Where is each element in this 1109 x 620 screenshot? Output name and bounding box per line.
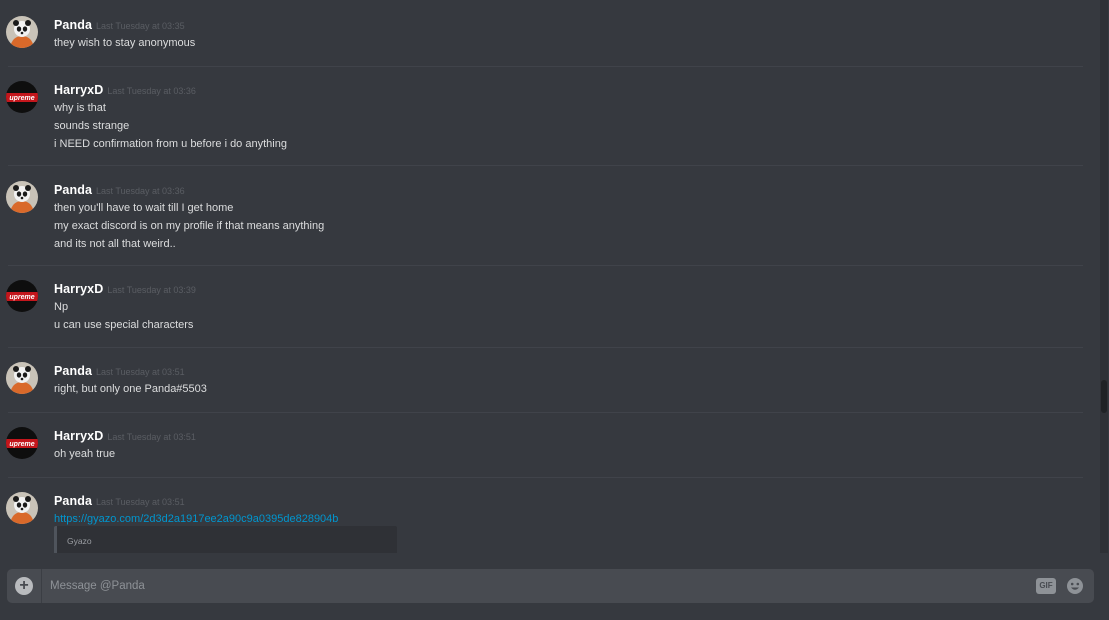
message-text: why is that	[54, 102, 106, 114]
message-divider	[8, 66, 1083, 67]
timestamp: Last Tuesday at 03:35	[96, 21, 185, 31]
smiley-icon[interactable]	[1066, 577, 1084, 595]
chat-app: Panda Last Tuesday at 03:35 they wish to …	[0, 0, 1109, 620]
message-text: oh yeah true	[54, 448, 116, 460]
supreme-avatar[interactable]: upreme	[6, 427, 38, 459]
supreme-avatar[interactable]: upreme	[6, 280, 38, 312]
gif-button[interactable]: GIF	[1036, 578, 1056, 594]
plus-circle-icon[interactable]: +	[15, 577, 33, 595]
message-header: Panda Last Tuesday at 03:51	[54, 362, 185, 380]
message-content: they wish to stay anonymous	[54, 34, 195, 52]
timestamp: Last Tuesday at 03:51	[96, 367, 185, 377]
username[interactable]: Panda	[54, 364, 92, 378]
message-content: then you'll have to wait till I get home…	[54, 199, 324, 253]
message-header: Panda Last Tuesday at 03:35	[54, 16, 185, 34]
timestamp: Last Tuesday at 03:51	[107, 432, 196, 442]
message-divider	[8, 347, 1083, 348]
supreme-logo-text: upreme	[9, 441, 34, 448]
message-text: sounds strange	[54, 120, 130, 132]
message-text: right, but only one Panda#5503	[54, 383, 207, 395]
message-divider	[8, 412, 1083, 413]
message-text: i NEED confirmation from u before i do a…	[54, 138, 287, 150]
scrollbar-thumb[interactable]	[1101, 380, 1107, 413]
panda-avatar[interactable]	[6, 492, 38, 524]
panda-avatar[interactable]	[6, 16, 38, 48]
message-input[interactable]	[50, 569, 1010, 603]
message-header: Panda Last Tuesday at 03:36	[54, 181, 185, 199]
timestamp: Last Tuesday at 03:36	[107, 86, 196, 96]
message-list[interactable]: Panda Last Tuesday at 03:35 they wish to …	[0, 0, 1100, 553]
message-header: HarryxD Last Tuesday at 03:51	[54, 427, 196, 445]
message-composer: + GIF	[7, 569, 1094, 603]
message-content: oh yeah true	[54, 445, 115, 463]
message-text: u can use special characters	[54, 319, 194, 331]
username[interactable]: Panda	[54, 18, 92, 32]
timestamp: Last Tuesday at 03:36	[96, 186, 185, 196]
panda-avatar[interactable]	[6, 362, 38, 394]
username[interactable]: HarryxD	[54, 429, 103, 443]
message-divider	[8, 265, 1083, 266]
message-text: my exact discord is on my profile if tha…	[54, 220, 325, 232]
message-divider	[8, 477, 1083, 478]
supreme-avatar[interactable]: upreme	[6, 81, 38, 113]
message-header: Panda Last Tuesday at 03:51	[54, 492, 185, 510]
panda-avatar[interactable]	[6, 181, 38, 213]
message-text: and its not all that weird..	[54, 238, 176, 250]
username[interactable]: HarryxD	[54, 282, 103, 296]
message-text: then you'll have to wait till I get home	[54, 202, 234, 214]
message-content: why is that sounds strange i NEED confir…	[54, 99, 287, 153]
message-content: Np u can use special characters	[54, 298, 193, 334]
message-text: they wish to stay anonymous	[54, 37, 196, 49]
upload-button[interactable]: +	[7, 569, 42, 603]
username[interactable]: HarryxD	[54, 83, 103, 97]
supreme-logo-text: upreme	[9, 95, 34, 102]
embed-provider[interactable]: Gyazo	[67, 536, 92, 546]
timestamp: Last Tuesday at 03:51	[96, 497, 185, 507]
supreme-logo-text: upreme	[9, 294, 34, 301]
message-divider	[8, 165, 1083, 166]
link-embed[interactable]: Gyazo	[54, 526, 397, 553]
message-header: HarryxD Last Tuesday at 03:39	[54, 280, 196, 298]
username[interactable]: Panda	[54, 183, 92, 197]
message-content: right, but only one Panda#5503	[54, 380, 207, 398]
message-header: HarryxD Last Tuesday at 03:36	[54, 81, 196, 99]
scrollbar-track[interactable]	[1100, 0, 1108, 553]
username[interactable]: Panda	[54, 494, 92, 508]
timestamp: Last Tuesday at 03:39	[107, 285, 196, 295]
message-text: Np	[54, 301, 69, 313]
